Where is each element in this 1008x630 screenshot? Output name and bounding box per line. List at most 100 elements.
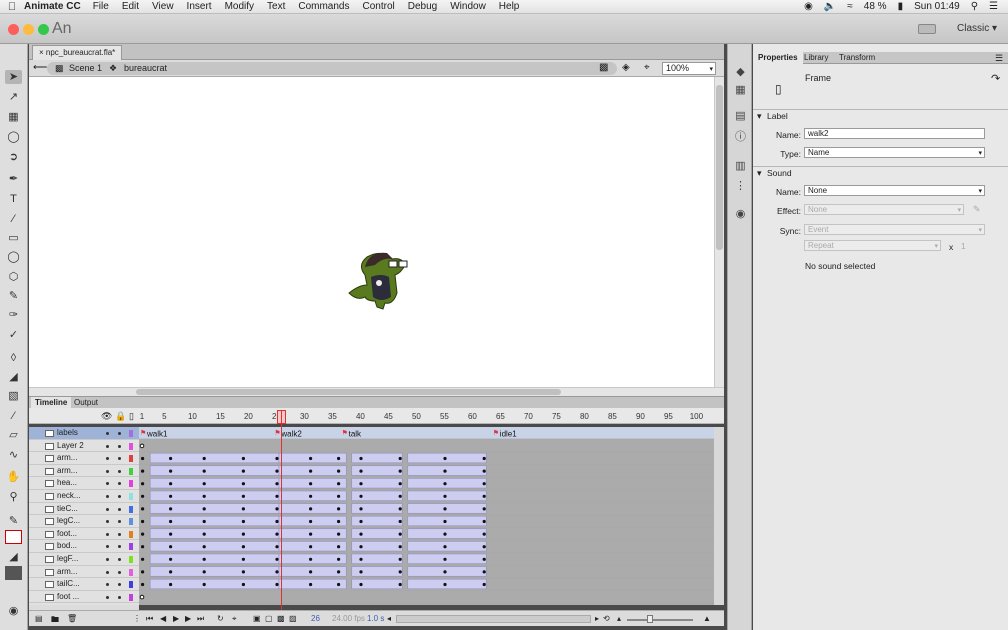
layer-visibility-toggle[interactable]: [106, 595, 109, 599]
hand-tool-icon[interactable]: ✋: [5, 470, 22, 484]
bone-tool-icon[interactable]: ◊: [5, 351, 22, 365]
layer-outline-swatch[interactable]: [129, 518, 133, 526]
layer-name[interactable]: arm...: [57, 566, 77, 578]
menu-window[interactable]: Window: [450, 1, 486, 12]
timeline-menu-icon[interactable]: ⋮: [133, 614, 141, 623]
zoom-select[interactable]: 100% ▾: [662, 62, 716, 75]
layer-outline-swatch[interactable]: [129, 593, 133, 601]
sound-name-select[interactable]: None ▾: [804, 185, 985, 196]
layer-row[interactable]: arm...: [29, 566, 139, 579]
app-menu[interactable]: Animate CC: [24, 1, 81, 12]
last-frame-icon[interactable]: ⏭: [197, 614, 204, 624]
battery-percent[interactable]: 48 %: [864, 1, 887, 12]
next-frame-icon[interactable]: ▶: [185, 614, 191, 623]
notification-icon[interactable]: ☰: [989, 1, 998, 12]
layer-lock-toggle[interactable]: [118, 570, 121, 574]
layer-lock-toggle[interactable]: [118, 432, 121, 435]
layer-visibility-toggle[interactable]: [106, 432, 109, 435]
current-frame[interactable]: 26: [311, 614, 320, 623]
layer-outline-swatch[interactable]: [129, 530, 133, 538]
layer-visibility-toggle[interactable]: [106, 482, 109, 486]
layer-row[interactable]: tailC...: [29, 578, 139, 591]
layer-lock-toggle[interactable]: [118, 469, 121, 473]
menu-edit[interactable]: Edit: [122, 1, 139, 12]
layer-outline-swatch[interactable]: [129, 543, 133, 551]
stage-hscroll-thumb[interactable]: [136, 389, 561, 395]
spotlight-icon[interactable]: ⚲: [971, 1, 978, 12]
layer-row[interactable]: foot...: [29, 528, 139, 541]
elapsed-time[interactable]: 1.0 s: [367, 614, 384, 623]
pen-tool-icon[interactable]: ✒: [5, 172, 22, 186]
edit-scene-icon[interactable]: ▩: [599, 62, 608, 73]
sound-section-header[interactable]: Sound: [753, 166, 1008, 179]
layer-row[interactable]: legC...: [29, 515, 139, 528]
layer-row[interactable]: legF...: [29, 553, 139, 566]
paint-bucket-tool-icon[interactable]: ◢: [5, 370, 22, 384]
stage-horizontal-scrollbar[interactable]: [29, 387, 724, 396]
eyedropper-tool-icon[interactable]: ⁄: [5, 409, 22, 423]
layer-name[interactable]: arm...: [57, 452, 77, 464]
align-icon[interactable]: ▤: [734, 110, 747, 123]
line-tool-icon[interactable]: ∕: [5, 212, 22, 226]
layer-row[interactable]: labels: [29, 427, 139, 440]
stage-vscroll-thumb[interactable]: [716, 85, 723, 250]
layer-row[interactable]: bod...: [29, 540, 139, 553]
layer-row[interactable]: foot ...: [29, 591, 139, 604]
layer-visibility-toggle[interactable]: [106, 583, 109, 587]
repeat-count[interactable]: 1: [961, 241, 966, 251]
new-layer-icon[interactable]: ▤: [35, 614, 43, 623]
panel-menu-icon[interactable]: ☰: [995, 53, 1003, 64]
prev-frame-icon[interactable]: ◀: [160, 614, 166, 623]
layer-row[interactable]: arm...: [29, 452, 139, 465]
text-tool-icon[interactable]: T: [5, 192, 22, 206]
timeline-zoom-thumb[interactable]: [647, 615, 653, 623]
frame-grid[interactable]: ⚑ walk1 ⚑ walk2 ⚑ talk ⚑ idle1: [139, 427, 714, 605]
layer-lock-toggle[interactable]: [118, 457, 121, 461]
layer-name[interactable]: hea...: [57, 477, 77, 489]
layer-name[interactable]: legF...: [57, 553, 78, 565]
layer-outline-swatch[interactable]: [129, 556, 133, 563]
layer-name[interactable]: labels: [57, 427, 78, 439]
layer-outline-swatch[interactable]: [129, 568, 133, 576]
layer-outline-swatch[interactable]: [129, 467, 133, 475]
layer-visibility-toggle[interactable]: [106, 532, 109, 536]
zoom-window-button[interactable]: [38, 24, 49, 35]
tab-library[interactable]: Library: [799, 52, 833, 64]
repeat-select[interactable]: Repeat ▾: [804, 240, 941, 251]
menu-insert[interactable]: Insert: [187, 1, 212, 12]
free-transform-tool-icon[interactable]: ▦: [5, 110, 22, 124]
3d-rotation-tool-icon[interactable]: ◯: [5, 130, 22, 144]
scroll-left-icon[interactable]: ◂: [387, 614, 391, 623]
help-icon[interactable]: ↷: [991, 72, 1000, 85]
stroke-color-swatch[interactable]: [5, 530, 22, 544]
layer-lock-toggle[interactable]: [118, 507, 121, 511]
components-icon[interactable]: ▥: [734, 160, 747, 173]
fill-color-icon[interactable]: ◢: [5, 550, 22, 564]
first-frame-icon[interactable]: ⏮: [146, 614, 153, 624]
center-stage-icon[interactable]: ⌖: [644, 62, 650, 73]
play-icon[interactable]: ▶: [173, 614, 179, 623]
layer-lock-toggle[interactable]: [118, 495, 121, 498]
loop-playback-icon[interactable]: ⟲: [603, 614, 610, 623]
stage[interactable]: [29, 77, 714, 387]
layer-name[interactable]: tailC...: [57, 578, 80, 590]
edit-symbols-icon[interactable]: ◈: [622, 62, 630, 73]
layer-name[interactable]: Layer 2: [57, 440, 84, 452]
edit-multiple-icon[interactable]: ▩: [277, 614, 285, 623]
onion-skin-icon[interactable]: ▣: [253, 614, 261, 623]
layer-lock-toggle[interactable]: [118, 545, 121, 549]
onion-outline-icon[interactable]: ▢: [265, 614, 273, 623]
layer-row[interactable]: Layer 2: [29, 440, 139, 453]
document-tab[interactable]: × npc_bureaucrat.fla*: [32, 45, 123, 60]
effect-select[interactable]: None ▾: [804, 204, 964, 215]
layer-name[interactable]: neck...: [57, 490, 81, 502]
back-arrow-icon[interactable]: ⟵: [33, 62, 47, 73]
snap-to-objects-icon[interactable]: ◉: [5, 604, 22, 618]
fill-color-swatch[interactable]: [5, 566, 22, 580]
stroke-color-icon[interactable]: ✎: [5, 514, 22, 528]
layer-visibility-toggle[interactable]: [106, 520, 109, 524]
frame-rate[interactable]: 24.00 fps: [332, 614, 365, 623]
workspace-switch-icon[interactable]: [918, 24, 936, 34]
layer-name[interactable]: foot...: [57, 528, 77, 540]
paint-brush-tool-icon[interactable]: ✑: [5, 308, 22, 322]
